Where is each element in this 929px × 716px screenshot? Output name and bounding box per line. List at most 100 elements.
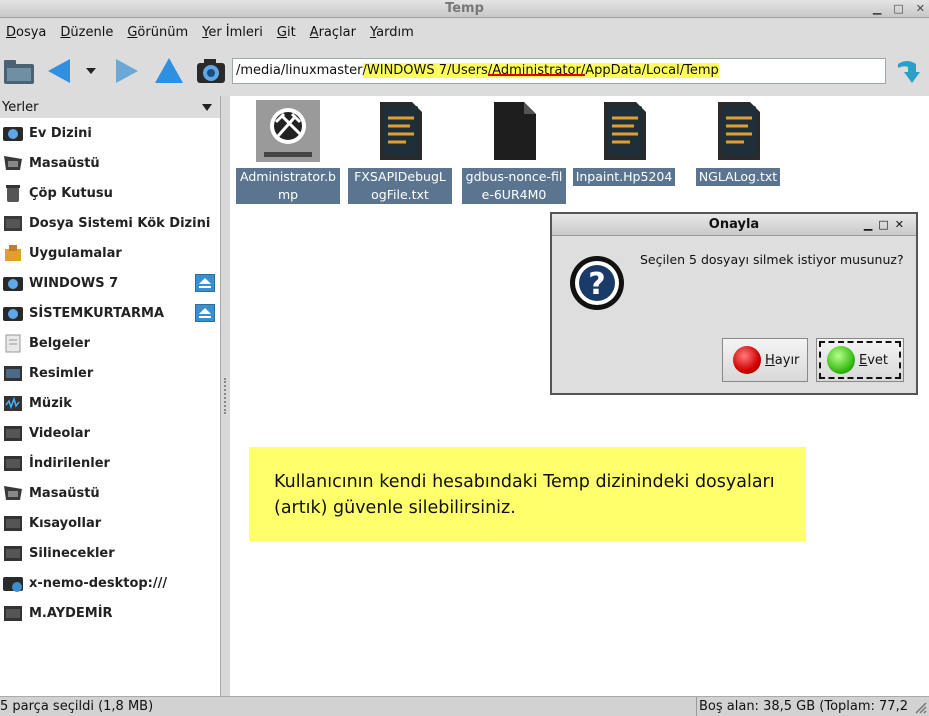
menu-file[interactable]: Dosya (6, 25, 46, 40)
folder-icon (2, 543, 24, 563)
desktop-icon (2, 483, 24, 503)
pictures-icon (2, 363, 24, 383)
dialog-message: Seçilen 5 dosyayı silmek istiyor musunuz… (640, 252, 904, 267)
menu-help[interactable]: Yardım (370, 25, 414, 40)
drive-icon (2, 273, 24, 293)
file-item[interactable]: FXSAPIDebugLogFile.txt (348, 100, 452, 204)
file-item[interactable]: gdbus-nonce-file-6UR4M0 (462, 100, 566, 204)
eject-icon[interactable] (195, 304, 215, 322)
sidebar-item[interactable]: Çöp Kutusu (0, 178, 220, 208)
sidebar-item-label: Uygulamalar (29, 245, 122, 261)
trash-icon (2, 183, 24, 203)
note-line-1: Kullanıcının kendi hesabındaki Temp dizi… (274, 472, 775, 492)
sidebar-item[interactable]: Masaüstü (0, 148, 220, 178)
path-highlight-1: /WINDOWS 7/Users (362, 63, 488, 78)
annotation-note: Kullanıcının kendi hesabındaki Temp dizi… (249, 447, 806, 541)
text-file-icon (604, 102, 646, 160)
statusbar: 5 parça seçildi (1,8 MB) Boş alan: 38,5 … (0, 696, 929, 716)
places-list: Ev Dizini Masaüstü Çöp Kutusu Dosya Sistemi… (0, 118, 220, 628)
sidebar-item[interactable]: Müzik (0, 388, 220, 418)
sidebar-item[interactable]: İndirilenler (0, 448, 220, 478)
confirm-dialog: Onayla ▁□✕ ? Seçilen 5 dosyayı silmek is… (550, 212, 918, 395)
sidebar-item[interactable]: SİSTEMKURTARMA (0, 298, 220, 328)
file-name: NGLALog.txt (695, 168, 781, 186)
image-file-icon (256, 100, 320, 162)
close-icon[interactable]: ✕ (895, 218, 910, 231)
sidebar-item-label: Resimler (29, 365, 94, 381)
red-orb-icon (733, 346, 761, 374)
sidebar-item-label: x-nemo-desktop:/// (29, 575, 168, 591)
blank-file-icon (494, 102, 536, 160)
window-title: Temp (445, 1, 484, 16)
sidebar-item[interactable]: Kısayollar (0, 508, 220, 538)
location-bar[interactable]: /media/linuxmaster/WINDOWS 7/Users/Admin… (232, 58, 886, 84)
new-folder-icon (4, 60, 34, 84)
folder-icon (2, 603, 24, 623)
sidebar-item-label: İndirilenler (29, 455, 110, 471)
new-folder-button[interactable] (2, 54, 36, 88)
desktop-icon (2, 153, 24, 173)
maximize-icon[interactable]: □ (878, 218, 894, 231)
home-button[interactable] (194, 54, 228, 88)
applications-icon (2, 243, 24, 263)
refresh-icon (898, 61, 920, 83)
sidebar-item[interactable]: Dosya Sistemi Kök Dizini (0, 208, 220, 238)
menu-bookmarks[interactable]: Yer İmleri (202, 25, 263, 40)
sidebar-item[interactable]: M.AYDEMİR (0, 598, 220, 628)
menu-tools[interactable]: Araçlar (310, 25, 356, 40)
up-arrow-icon (155, 58, 183, 83)
file-view: Administrator.bmp FXSAPIDebugLogFile.txt… (230, 96, 929, 696)
pane-splitter-handle[interactable] (224, 378, 228, 414)
up-button[interactable] (152, 54, 186, 88)
dialog-titlebar: Onayla ▁□✕ (552, 214, 916, 236)
sidebar-item[interactable]: Uygulamalar (0, 238, 220, 268)
sidebar-item[interactable]: WINDOWS 7 (0, 268, 220, 298)
path-highlight-underlined: /Administrator/ (487, 63, 586, 78)
sidebar-header[interactable]: Yerler (0, 96, 220, 118)
forward-button[interactable] (110, 54, 144, 88)
text-file-icon (380, 102, 422, 160)
sidebar-item[interactable]: Ev Dizini (0, 118, 220, 148)
sidebar-item[interactable]: Videolar (0, 418, 220, 448)
sidebar-item[interactable]: x-nemo-desktop:/// (0, 568, 220, 598)
file-item[interactable]: NGLALog.txt (686, 100, 790, 186)
sidebar-header-label: Yerler (2, 99, 39, 115)
maximize-icon[interactable]: □ (893, 0, 903, 17)
filesystem-icon (2, 213, 24, 233)
refresh-button[interactable] (890, 54, 924, 88)
history-dropdown-button[interactable] (80, 54, 102, 88)
forward-arrow-icon (116, 59, 138, 83)
sidebar-item-label: WINDOWS 7 (29, 275, 119, 291)
minimize-icon[interactable]: ▁ (873, 0, 881, 17)
sidebar-item-label: SİSTEMKURTARMA (29, 305, 165, 321)
yes-button[interactable]: Evet (816, 338, 904, 382)
back-button[interactable] (42, 54, 76, 88)
sidebar-item[interactable]: Masaüstü (0, 478, 220, 508)
path-highlight-2: AppData/Local/Temp (585, 63, 719, 78)
free-space-status: Boş alan: 38,5 GB (Toplam: 77,2 GB) (696, 697, 929, 716)
eject-icon[interactable] (195, 274, 215, 292)
videos-icon (2, 423, 24, 443)
file-name: gdbus-nonce-file-6UR4M0 (462, 168, 566, 204)
no-button[interactable]: Hayır (722, 338, 808, 382)
note-line-2: (artık) güvenle silebilirsiniz. (274, 498, 516, 518)
menu-view[interactable]: Görünüm (127, 25, 188, 40)
menu-edit[interactable]: Düzenle (60, 25, 113, 40)
file-name: Administrator.bmp (236, 168, 340, 204)
close-icon[interactable]: ✕ (916, 0, 925, 17)
sidebar-item-label: Masaüstü (29, 485, 100, 501)
toolbar: /media/linuxmaster/WINDOWS 7/Users/Admin… (0, 46, 929, 96)
home-camera-icon (197, 59, 225, 83)
menu-go[interactable]: Git (277, 25, 296, 40)
sidebar-item[interactable]: Resimler (0, 358, 220, 388)
resize-grip-icon[interactable] (913, 700, 927, 714)
sidebar-item[interactable]: Belgeler (0, 328, 220, 358)
sidebar-item[interactable]: Silinecekler (0, 538, 220, 568)
back-arrow-icon (48, 59, 70, 83)
file-item[interactable]: Inpaint.Hp5204 (572, 100, 676, 186)
file-item[interactable]: Administrator.bmp (236, 100, 340, 204)
dialog-title: Onayla (708, 217, 760, 232)
minimize-icon[interactable]: ▁ (864, 218, 878, 231)
file-name: Inpaint.Hp5204 (572, 168, 676, 186)
chevron-down-icon (202, 103, 212, 111)
